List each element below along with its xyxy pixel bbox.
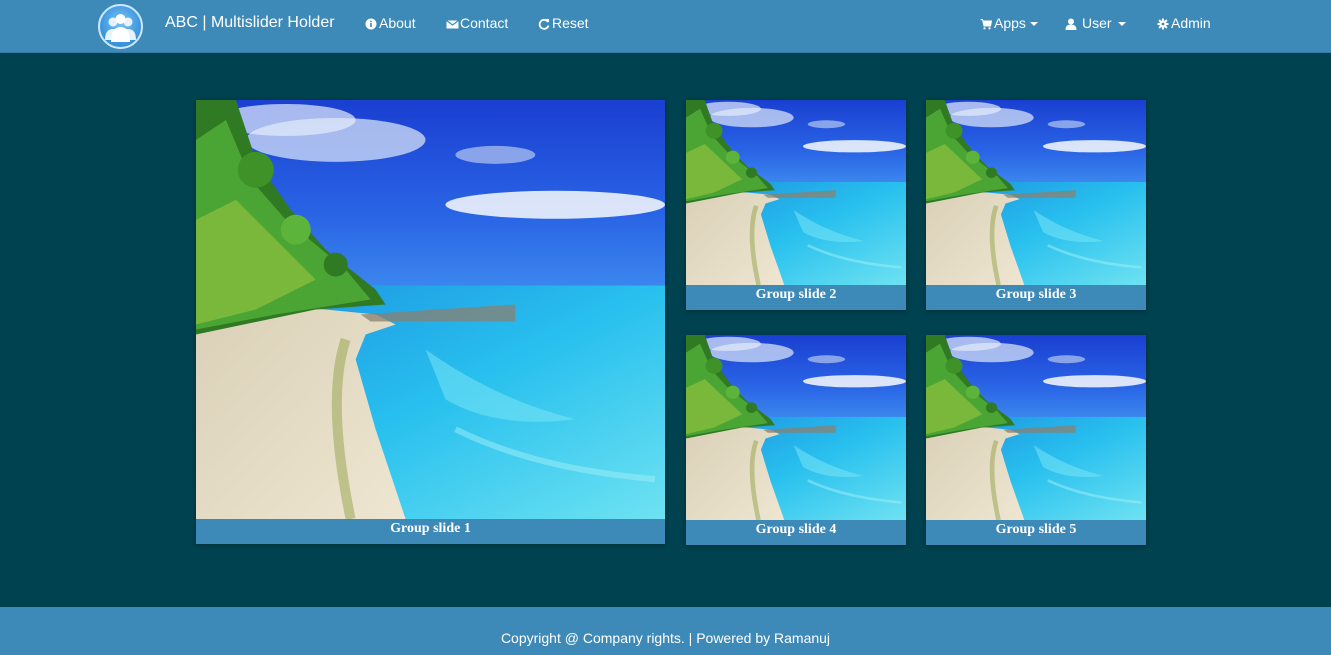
cart-icon bbox=[980, 17, 993, 30]
slide-caption: Group slide 3 bbox=[926, 285, 1146, 310]
slide-2[interactable]: Group slide 2 bbox=[686, 100, 906, 310]
caret-down-icon bbox=[1029, 22, 1038, 26]
nav-user-dropdown[interactable]: User bbox=[1065, 15, 1126, 31]
info-icon bbox=[365, 17, 377, 30]
users-logo-icon[interactable] bbox=[98, 4, 143, 49]
footer-copyright: Copyright @ Company rights. | Powered by… bbox=[500, 630, 831, 646]
nav-apps-dropdown[interactable]: Apps bbox=[980, 15, 1038, 31]
nav-about-label: About bbox=[379, 15, 416, 31]
beach-image bbox=[926, 100, 1146, 285]
nav-reset-label: Reset bbox=[552, 15, 589, 31]
nav-about[interactable]: About bbox=[365, 15, 416, 31]
refresh-icon bbox=[538, 17, 550, 30]
nav-admin[interactable]: Admin bbox=[1157, 15, 1211, 31]
brand-title[interactable]: ABC | Multislider Holder bbox=[165, 14, 335, 32]
caret-down-icon bbox=[1117, 22, 1126, 26]
envelope-icon bbox=[446, 17, 459, 29]
beach-image bbox=[196, 100, 665, 519]
nav-contact-label: Contact bbox=[460, 15, 509, 31]
slide-1[interactable]: Group slide 1 bbox=[196, 100, 665, 544]
slide-5[interactable]: Group slide 5 bbox=[926, 335, 1146, 545]
navbar: ABC | Multislider Holder About Contact R… bbox=[0, 0, 1331, 53]
slide-caption: Group slide 4 bbox=[686, 520, 906, 545]
nav-contact[interactable]: Contact bbox=[446, 15, 508, 31]
nav-user-label: User bbox=[1082, 15, 1112, 31]
slide-3[interactable]: Group slide 3 bbox=[926, 100, 1146, 310]
beach-image bbox=[686, 335, 906, 520]
slide-caption: Group slide 2 bbox=[686, 285, 906, 310]
nav-apps-label: Apps bbox=[994, 15, 1026, 31]
gear-icon bbox=[1157, 17, 1169, 30]
beach-image bbox=[686, 100, 906, 285]
nav-admin-label: Admin bbox=[1171, 15, 1211, 31]
slide-caption: Group slide 1 bbox=[196, 519, 665, 544]
slide-4[interactable]: Group slide 4 bbox=[686, 335, 906, 545]
beach-image bbox=[926, 335, 1146, 520]
user-icon bbox=[1065, 17, 1077, 30]
nav-reset[interactable]: Reset bbox=[538, 15, 589, 31]
footer: Copyright @ Company rights. | Powered by… bbox=[0, 607, 1331, 655]
slide-caption: Group slide 5 bbox=[926, 520, 1146, 545]
